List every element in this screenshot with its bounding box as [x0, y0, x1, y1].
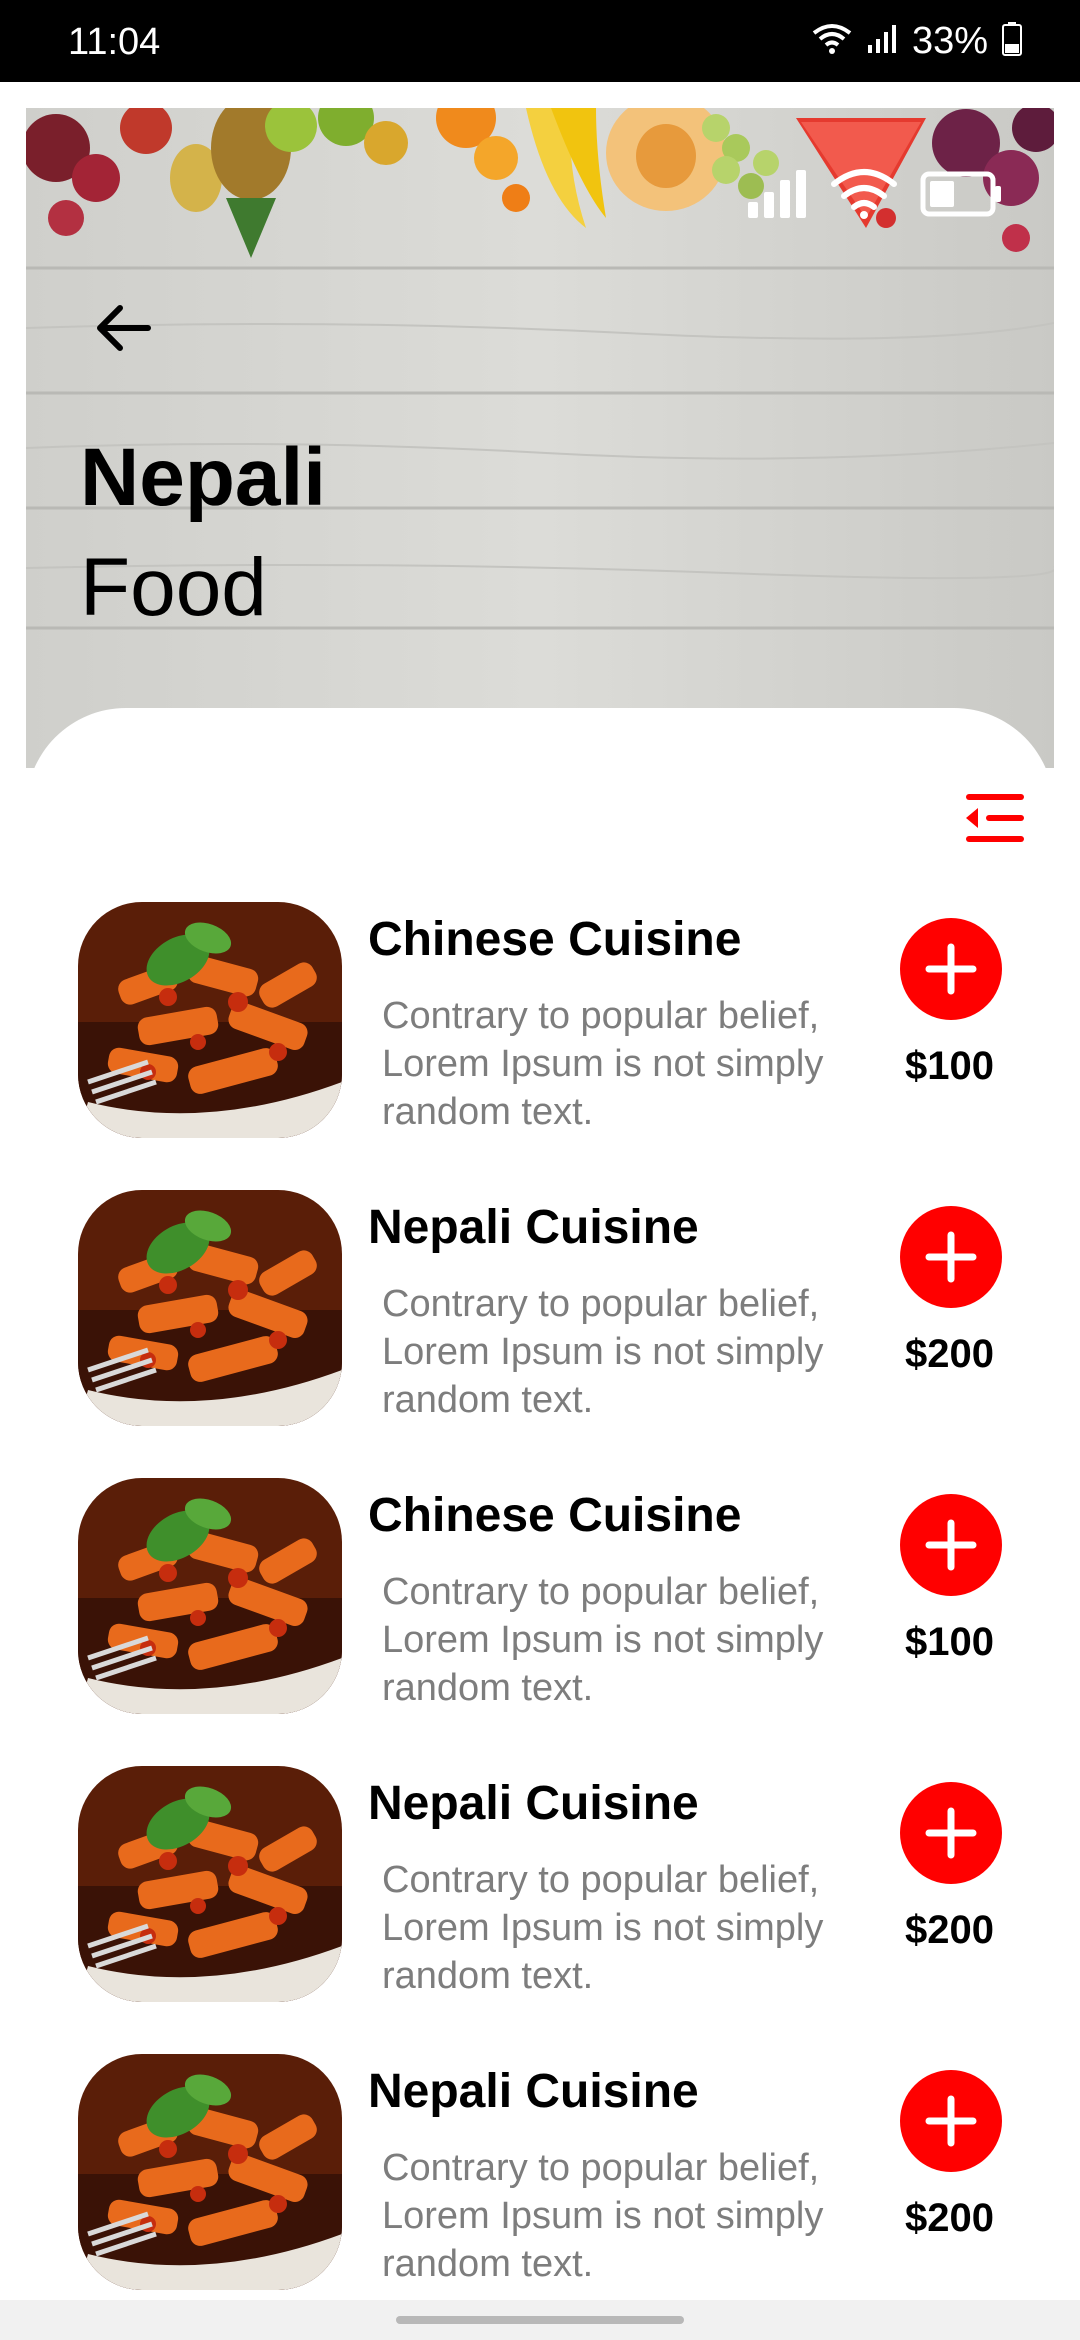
- food-list-item[interactable]: Chinese Cuisine Contrary to popular beli…: [0, 900, 1080, 1140]
- food-list-item[interactable]: Nepali Cuisine Contrary to popular belie…: [0, 1764, 1080, 2004]
- add-to-cart-button[interactable]: [900, 918, 1002, 1020]
- pasta-image: [78, 2054, 342, 2290]
- food-list-item[interactable]: Chinese Cuisine Contrary to popular beli…: [0, 1476, 1080, 1716]
- pasta-image: [78, 1190, 342, 1426]
- food-description: Contrary to popular belief, Lorem Ipsum …: [382, 1571, 824, 1709]
- add-to-cart-button[interactable]: [900, 1206, 1002, 1308]
- food-price: $200: [905, 1908, 994, 1952]
- pasta-image: [78, 1766, 342, 2002]
- food-description: Contrary to popular belief, Lorem Ipsum …: [382, 1859, 824, 1997]
- food-title: Nepali Cuisine: [368, 1201, 699, 1254]
- food-title: Chinese Cuisine: [368, 1489, 742, 1542]
- wifi-icon: [812, 23, 852, 60]
- status-icons: 33%: [812, 18, 1022, 64]
- signal-icon: [866, 23, 898, 60]
- arrow-left-icon: [97, 305, 151, 351]
- page-subtitle: Food: [80, 542, 267, 633]
- plus-icon: [925, 2095, 977, 2147]
- status-time: 11:04: [68, 21, 161, 63]
- food-price: $200: [905, 2196, 994, 2240]
- food-list-item[interactable]: Nepali Cuisine Contrary to popular belie…: [0, 1188, 1080, 1428]
- page-title: Nepali: [80, 432, 327, 523]
- pasta-image: [78, 902, 342, 1138]
- plus-icon: [925, 1807, 977, 1859]
- pasta-image: [78, 1478, 342, 1714]
- food-price: $200: [905, 1332, 994, 1376]
- plus-icon: [925, 1231, 977, 1283]
- food-title: Chinese Cuisine: [368, 913, 742, 966]
- battery-icon: [1002, 21, 1022, 61]
- wifi-icon: [830, 168, 898, 225]
- header-banner: Nepali Food: [26, 108, 1054, 768]
- battery-percentage: 33%: [911, 20, 988, 62]
- food-description: Contrary to popular belief, Lorem Ipsum …: [382, 1283, 824, 1421]
- signal-bars-icon: [746, 168, 808, 225]
- food-description: Contrary to popular belief, Lorem Ipsum …: [382, 2147, 824, 2285]
- add-to-cart-button[interactable]: [900, 2070, 1002, 2172]
- battery-outline-icon: [920, 170, 1004, 223]
- back-button[interactable]: [82, 288, 162, 368]
- food-price: $100: [905, 1044, 994, 1088]
- add-to-cart-button[interactable]: [900, 1782, 1002, 1884]
- navigation-bar: [0, 2300, 1080, 2340]
- plus-icon: [925, 943, 977, 995]
- food-price: $100: [905, 1620, 994, 1664]
- home-indicator[interactable]: [396, 2316, 684, 2324]
- food-title: Nepali Cuisine: [368, 1777, 699, 1830]
- plus-icon: [925, 1519, 977, 1571]
- add-to-cart-button[interactable]: [900, 1494, 1002, 1596]
- filter-menu-button[interactable]: [962, 790, 1028, 846]
- food-title: Nepali Cuisine: [368, 2065, 699, 2118]
- food-description: Contrary to popular belief, Lorem Ipsum …: [382, 995, 824, 1133]
- status-bar: 11:04 33%: [0, 0, 1080, 82]
- food-list-item[interactable]: Nepali Cuisine Contrary to popular belie…: [0, 2052, 1080, 2292]
- menu-indent-icon: [966, 794, 1024, 842]
- header-device-icons: [746, 168, 1004, 225]
